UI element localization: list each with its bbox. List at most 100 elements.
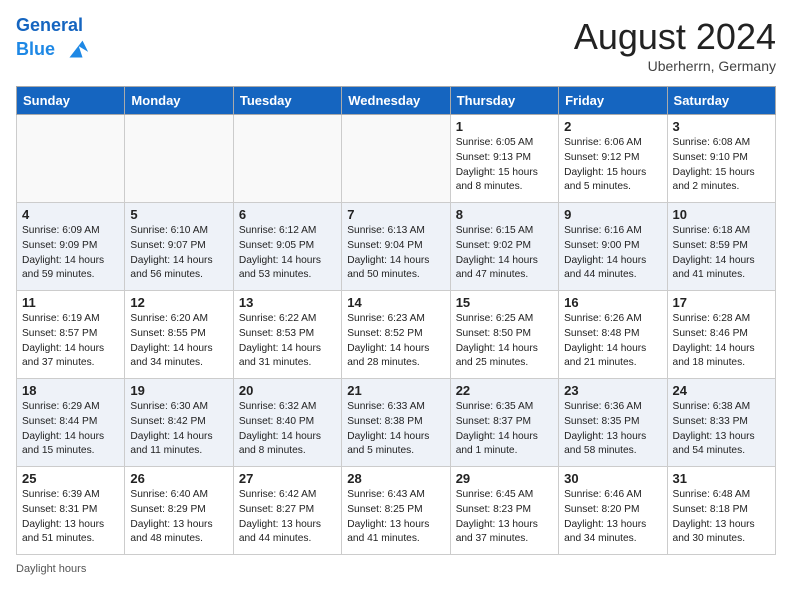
day-number: 14 — [347, 295, 444, 310]
page-header: General Blue August 2024 Uberherrn, Germ… — [16, 16, 776, 74]
logo-icon — [62, 36, 90, 64]
calendar-week-5: 25Sunrise: 6:39 AM Sunset: 8:31 PM Dayli… — [17, 467, 776, 555]
calendar-cell: 5 Sunrise: 6:10 AM Sunset: 9:07 PM Daylig… — [125, 203, 233, 291]
day-info: Sunrise: 6:09 AM Sunset: 9:09 PM Dayligh… — [22, 224, 119, 283]
day-number: 9 — [564, 207, 661, 222]
day-number: 20 — [239, 383, 336, 398]
day-info: Sunrise: 6:16 AM Sunset: 9:00 PM Dayligh… — [564, 224, 661, 283]
day-info: Sunrise: 6:20 AM Sunset: 8:55 PM Dayligh… — [130, 312, 227, 371]
day-info: Sunrise: 6:19 AM Sunset: 8:57 PM Dayligh… — [22, 312, 119, 371]
calendar-cell: 31 Sunrise: 6:48 AM Sunset: 8:18 PM Dayli… — [667, 467, 775, 555]
day-info: Sunrise: 6:13 AM Sunset: 9:04 PM Dayligh… — [347, 224, 444, 283]
day-number: 3 — [673, 119, 770, 134]
logo-text2: Blue — [16, 36, 90, 64]
day-info: Sunrise: 6:10 AM Sunset: 9:07 PM Dayligh… — [130, 224, 227, 283]
calendar-week-2: 4 Sunrise: 6:09 AM Sunset: 9:09 PM Daylig… — [17, 203, 776, 291]
calendar-cell: 28 Sunrise: 6:43 AM Sunset: 8:25 PM Dayli… — [342, 467, 450, 555]
calendar-cell: 18 Sunrise: 6:29 AM Sunset: 8:44 PM Dayli… — [17, 379, 125, 467]
day-number: 2 — [564, 119, 661, 134]
day-info: Sunrise: 6:42 AM Sunset: 8:27 PM Dayligh… — [239, 488, 336, 547]
day-number: 23 — [564, 383, 661, 398]
calendar-cell: 1Sunrise: 6:05 AM Sunset: 9:13 PM Daylig… — [450, 115, 558, 203]
calendar-cell: 27 Sunrise: 6:42 AM Sunset: 8:27 PM Dayli… — [233, 467, 341, 555]
calendar-cell: 26 Sunrise: 6:40 AM Sunset: 8:29 PM Dayli… — [125, 467, 233, 555]
day-info: Sunrise: 6:36 AM Sunset: 8:35 PM Dayligh… — [564, 400, 661, 459]
calendar-cell: 15 Sunrise: 6:25 AM Sunset: 8:50 PM Dayli… — [450, 291, 558, 379]
day-info: Sunrise: 6:33 AM Sunset: 8:38 PM Dayligh… — [347, 400, 444, 459]
calendar-week-4: 18 Sunrise: 6:29 AM Sunset: 8:44 PM Dayli… — [17, 379, 776, 467]
day-info: Sunrise: 6:05 AM Sunset: 9:13 PM Dayligh… — [456, 136, 553, 195]
calendar-cell: 11 Sunrise: 6:19 AM Sunset: 8:57 PM Dayli… — [17, 291, 125, 379]
calendar-cell — [233, 115, 341, 203]
calendar-cell: 25Sunrise: 6:39 AM Sunset: 8:31 PM Dayli… — [17, 467, 125, 555]
day-number: 22 — [456, 383, 553, 398]
day-info: Sunrise: 6:29 AM Sunset: 8:44 PM Dayligh… — [22, 400, 119, 459]
calendar-cell: 30 Sunrise: 6:46 AM Sunset: 8:20 PM Dayli… — [559, 467, 667, 555]
day-number: 12 — [130, 295, 227, 310]
calendar-cell: 20 Sunrise: 6:32 AM Sunset: 8:40 PM Dayli… — [233, 379, 341, 467]
calendar-cell: 9 Sunrise: 6:16 AM Sunset: 9:00 PM Daylig… — [559, 203, 667, 291]
logo: General Blue — [16, 16, 90, 64]
day-info: Sunrise: 6:23 AM Sunset: 8:52 PM Dayligh… — [347, 312, 444, 371]
calendar-cell: 8Sunrise: 6:15 AM Sunset: 9:02 PM Daylig… — [450, 203, 558, 291]
month-title: August 2024 — [574, 16, 776, 58]
weekday-header-tuesday: Tuesday — [233, 87, 341, 115]
day-info: Sunrise: 6:32 AM Sunset: 8:40 PM Dayligh… — [239, 400, 336, 459]
day-number: 4 — [22, 207, 119, 222]
day-info: Sunrise: 6:08 AM Sunset: 9:10 PM Dayligh… — [673, 136, 770, 195]
calendar-cell: 22 Sunrise: 6:35 AM Sunset: 8:37 PM Dayli… — [450, 379, 558, 467]
day-number: 17 — [673, 295, 770, 310]
day-number: 18 — [22, 383, 119, 398]
day-number: 8 — [456, 207, 553, 222]
weekday-header-friday: Friday — [559, 87, 667, 115]
calendar-cell: 10 Sunrise: 6:18 AM Sunset: 8:59 PM Dayli… — [667, 203, 775, 291]
day-info: Sunrise: 6:48 AM Sunset: 8:18 PM Dayligh… — [673, 488, 770, 547]
calendar-cell: 7 Sunrise: 6:13 AM Sunset: 9:04 PM Daylig… — [342, 203, 450, 291]
day-number: 27 — [239, 471, 336, 486]
location: Uberherrn, Germany — [574, 58, 776, 74]
calendar-cell: 6Sunrise: 6:12 AM Sunset: 9:05 PM Daylig… — [233, 203, 341, 291]
day-info: Sunrise: 6:22 AM Sunset: 8:53 PM Dayligh… — [239, 312, 336, 371]
calendar-cell: 12 Sunrise: 6:20 AM Sunset: 8:55 PM Dayli… — [125, 291, 233, 379]
day-info: Sunrise: 6:46 AM Sunset: 8:20 PM Dayligh… — [564, 488, 661, 547]
calendar-cell — [17, 115, 125, 203]
calendar-week-1: 1Sunrise: 6:05 AM Sunset: 9:13 PM Daylig… — [17, 115, 776, 203]
calendar-cell: 3 Sunrise: 6:08 AM Sunset: 9:10 PM Daylig… — [667, 115, 775, 203]
calendar-cell: 13 Sunrise: 6:22 AM Sunset: 8:53 PM Dayli… — [233, 291, 341, 379]
day-info: Sunrise: 6:40 AM Sunset: 8:29 PM Dayligh… — [130, 488, 227, 547]
day-number: 11 — [22, 295, 119, 310]
day-info: Sunrise: 6:26 AM Sunset: 8:48 PM Dayligh… — [564, 312, 661, 371]
day-info: Sunrise: 6:30 AM Sunset: 8:42 PM Dayligh… — [130, 400, 227, 459]
weekday-header-monday: Monday — [125, 87, 233, 115]
weekday-header-saturday: Saturday — [667, 87, 775, 115]
day-number: 13 — [239, 295, 336, 310]
day-number: 31 — [673, 471, 770, 486]
day-number: 28 — [347, 471, 444, 486]
weekday-header-sunday: Sunday — [17, 87, 125, 115]
day-number: 29 — [456, 471, 553, 486]
calendar-cell: 17Sunrise: 6:28 AM Sunset: 8:46 PM Dayli… — [667, 291, 775, 379]
day-info: Sunrise: 6:35 AM Sunset: 8:37 PM Dayligh… — [456, 400, 553, 459]
logo-text: General — [16, 16, 90, 36]
title-block: August 2024 Uberherrn, Germany — [574, 16, 776, 74]
calendar-cell: 29 Sunrise: 6:45 AM Sunset: 8:23 PM Dayli… — [450, 467, 558, 555]
day-info: Sunrise: 6:25 AM Sunset: 8:50 PM Dayligh… — [456, 312, 553, 371]
day-number: 15 — [456, 295, 553, 310]
weekday-header-row: SundayMondayTuesdayWednesdayThursdayFrid… — [17, 87, 776, 115]
day-info: Sunrise: 6:38 AM Sunset: 8:33 PM Dayligh… — [673, 400, 770, 459]
day-info: Sunrise: 6:18 AM Sunset: 8:59 PM Dayligh… — [673, 224, 770, 283]
day-number: 21 — [347, 383, 444, 398]
day-info: Sunrise: 6:43 AM Sunset: 8:25 PM Dayligh… — [347, 488, 444, 547]
day-number: 5 — [130, 207, 227, 222]
day-number: 30 — [564, 471, 661, 486]
calendar-cell: 2Sunrise: 6:06 AM Sunset: 9:12 PM Daylig… — [559, 115, 667, 203]
day-number: 19 — [130, 383, 227, 398]
day-info: Sunrise: 6:45 AM Sunset: 8:23 PM Dayligh… — [456, 488, 553, 547]
calendar-cell: 16 Sunrise: 6:26 AM Sunset: 8:48 PM Dayli… — [559, 291, 667, 379]
day-info: Sunrise: 6:12 AM Sunset: 9:05 PM Dayligh… — [239, 224, 336, 283]
calendar-week-3: 11 Sunrise: 6:19 AM Sunset: 8:57 PM Dayli… — [17, 291, 776, 379]
day-number: 7 — [347, 207, 444, 222]
day-number: 16 — [564, 295, 661, 310]
day-number: 10 — [673, 207, 770, 222]
day-number: 26 — [130, 471, 227, 486]
